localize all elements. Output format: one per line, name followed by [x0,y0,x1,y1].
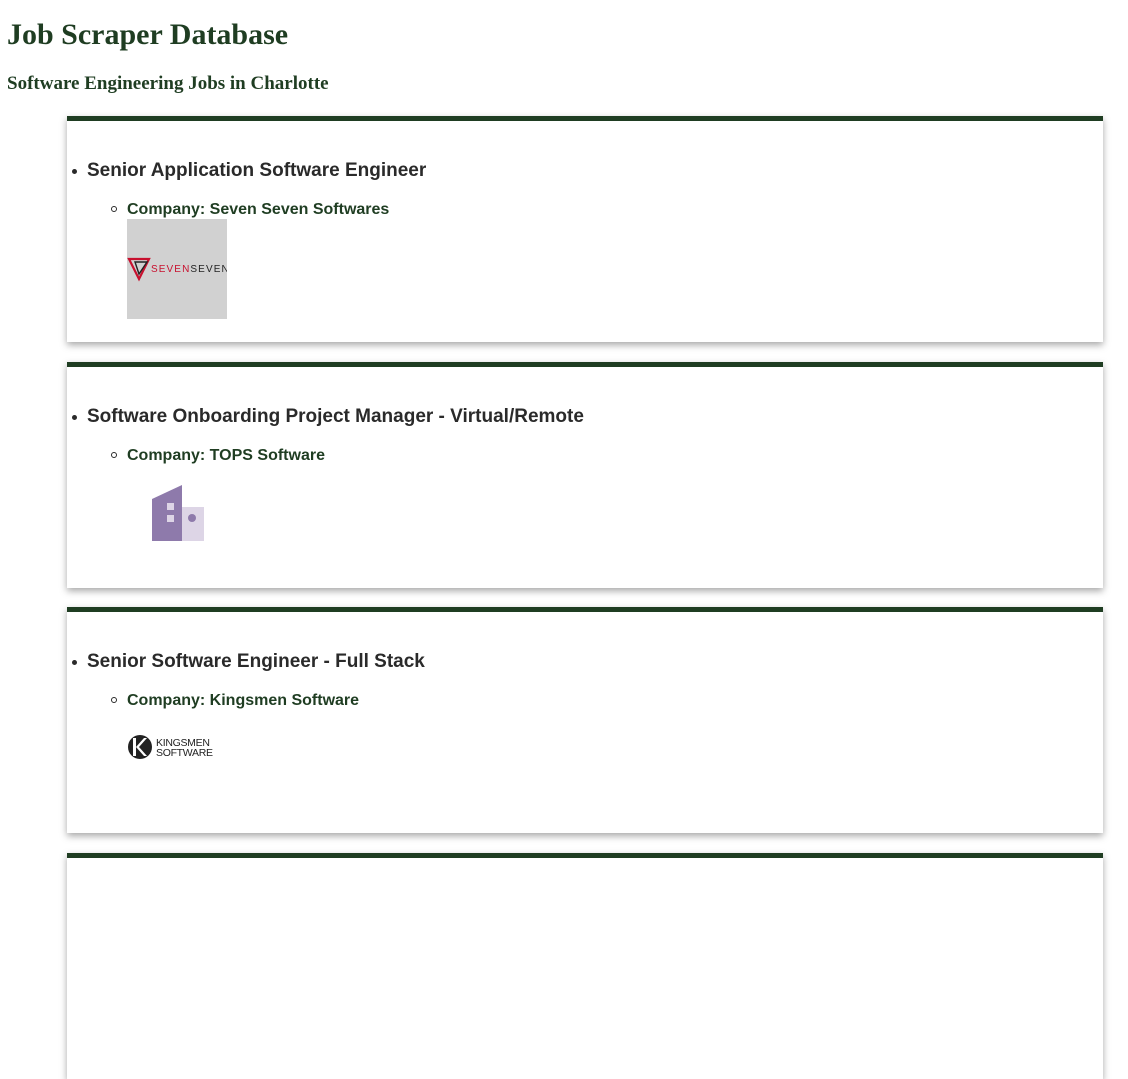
page-subtitle: Software Engineering Jobs in Charlotte [7,73,329,94]
job-title: Senior Software Engineer - Full Stack [87,651,425,672]
company-name: Company: Kingsmen Software [127,692,360,709]
bullet-disc-icon [72,415,77,420]
job-card [67,853,1103,1079]
bullet-disc-icon [72,660,77,665]
kingsmen-logo-text-bottom: SOFTWARE [156,747,213,759]
seven-seven-logo: SEVENSEVEN [127,219,227,319]
job-title: Senior Application Software Engineer [87,160,427,181]
building-placeholder-icon [127,465,227,565]
kingsmen-logo: KINGSMEN SOFTWARE [127,724,227,774]
bullet-circle-icon [111,206,117,212]
company-name: Company: TOPS Software [127,447,325,464]
job-card: Software Onboarding Project Manager - Vi… [67,362,1103,588]
job-card: Senior Application Software Engineer Com… [67,116,1103,342]
bullet-disc-icon [72,169,77,174]
job-title: Software Onboarding Project Manager - Vi… [87,406,584,427]
company-name: Company: Seven Seven Softwares [127,201,390,218]
page-title: Job Scraper Database [7,18,289,51]
bullet-circle-icon [111,697,117,703]
bullet-circle-icon [111,452,117,458]
seven-seven-logo-text: SEVENSEVEN [151,264,227,275]
job-card: Senior Software Engineer - Full Stack Co… [67,607,1103,833]
